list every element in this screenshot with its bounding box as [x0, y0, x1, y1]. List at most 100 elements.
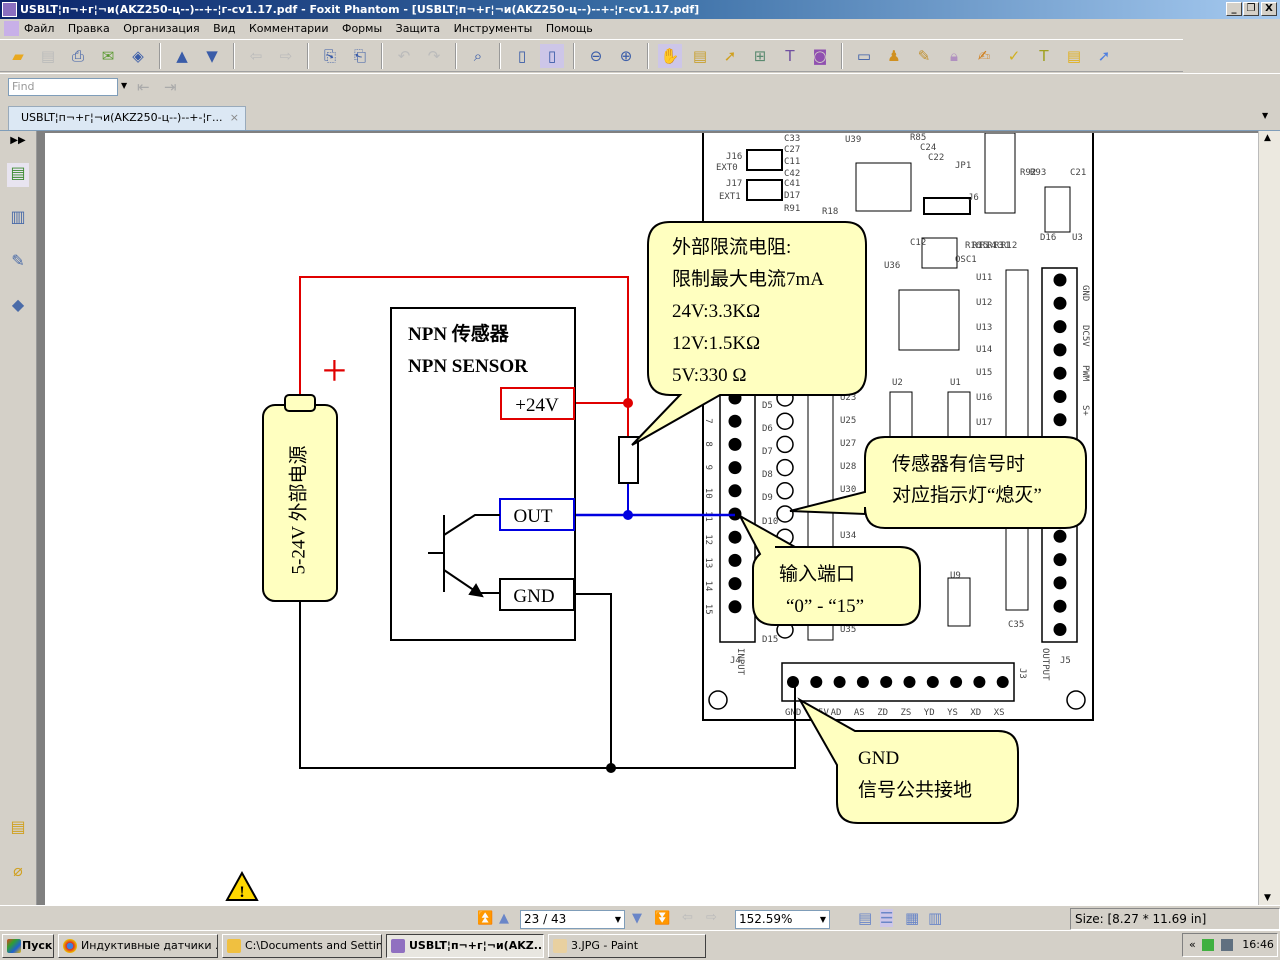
menu-view[interactable]: Вид	[213, 22, 235, 35]
email-icon[interactable]: ✉	[96, 44, 120, 68]
signatures-panel-icon[interactable]: ◆	[7, 295, 29, 319]
binoculars-icon[interactable]: ⊞	[748, 44, 772, 68]
print-icon[interactable]: ⎙	[66, 44, 90, 68]
find-input[interactable]: Find	[8, 78, 118, 96]
find-next-icon[interactable]: ⇥	[164, 78, 177, 96]
scan-icon[interactable]: ◈	[126, 44, 150, 68]
undo-icon[interactable]: ↶	[392, 44, 416, 68]
component-label: D5	[762, 401, 773, 411]
menu-file[interactable]: Файл	[24, 22, 54, 35]
start-button[interactable]: Пуск	[2, 934, 54, 958]
component-label: D7	[762, 447, 773, 457]
select-arrow-icon[interactable]: ➚	[718, 44, 742, 68]
menu-help[interactable]: Помощь	[546, 22, 593, 35]
tray-expand-button[interactable]: «	[1189, 938, 1196, 951]
attachment-icon[interactable]: ✎	[912, 44, 936, 68]
document-menu-icon[interactable]	[4, 21, 19, 36]
save-icon[interactable]: ▤	[36, 44, 60, 68]
forward-icon[interactable]: ⇨	[706, 910, 717, 925]
security-shield-icon[interactable]	[1202, 939, 1215, 951]
component-label: U13	[976, 323, 992, 333]
menu-tools[interactable]: Инструменты	[454, 22, 533, 35]
page-number-field[interactable]: 23 / 43 ▼	[520, 910, 625, 929]
taskbar-explorer[interactable]: C:\Documents and Settin...	[222, 934, 382, 958]
document-tab[interactable]: USBLT¦п¬+г¦¬и(AKZ250-ц--)--+-¦г... ×	[8, 106, 246, 130]
scroll-up-icon[interactable]: ▲	[1264, 133, 1271, 143]
taskbar-chrome[interactable]: Индуктивные датчики ...	[58, 934, 218, 958]
j4-pin-number: 11	[703, 511, 713, 522]
vertical-scrollbar[interactable]: ▲ ▼	[1258, 131, 1280, 905]
next-page-icon[interactable]: ▼	[200, 44, 224, 68]
single-page-icon[interactable]: ▤	[858, 909, 872, 927]
callout-resistor-line: 12V:1.5KΩ	[672, 333, 760, 354]
last-page-icon[interactable]: ⏬	[654, 911, 670, 926]
j4-pin-number: 13	[703, 557, 713, 568]
callout-input-line: “0” - “15”	[786, 596, 864, 617]
tab-list-icon[interactable]: ▼	[1262, 111, 1268, 120]
text-box-icon[interactable]: T	[1032, 44, 1056, 68]
scroll-down-icon[interactable]: ▼	[1264, 893, 1271, 903]
callout-led-line: 传感器有信号时	[892, 453, 1025, 475]
component-label: C35	[1008, 620, 1024, 630]
component-label: C27	[784, 145, 800, 155]
menu-forms[interactable]: Формы	[342, 22, 382, 35]
restore-button[interactable]: ❐	[1243, 2, 1259, 16]
layers-panel-icon[interactable]: ✎	[7, 251, 29, 275]
taskbar-foxit[interactable]: USBLT¦п¬+г¦¬и(AKZ...	[386, 934, 544, 958]
comments-panel-icon[interactable]: ▤	[7, 817, 29, 841]
component-label: C33	[784, 134, 800, 144]
first-page-icon[interactable]: ⏫	[477, 911, 493, 926]
note-edit-icon[interactable]: ✍	[972, 44, 996, 68]
menu-organize[interactable]: Организация	[123, 22, 199, 35]
typewriter-icon[interactable]: ▤	[688, 44, 712, 68]
pages-panel-icon[interactable]: ▤	[7, 163, 29, 187]
next-page-icon[interactable]: ▼	[632, 911, 642, 926]
redo-icon[interactable]: ↷	[422, 44, 446, 68]
back-icon[interactable]: ⇦	[244, 44, 268, 68]
extract-pages-icon[interactable]: ⎘	[318, 44, 342, 68]
prev-page-icon[interactable]: ▲	[499, 911, 509, 926]
rectangle-icon[interactable]: ▭	[852, 44, 876, 68]
arrow-icon[interactable]: ➚	[1092, 44, 1116, 68]
find-previous-icon[interactable]: ⇤	[137, 78, 150, 96]
back-icon[interactable]: ⇦	[682, 910, 693, 925]
stamp-icon[interactable]: ♟	[882, 44, 906, 68]
taskbar-paint[interactable]: 3.JPG - Paint	[548, 934, 706, 958]
insert-pages-icon[interactable]: ⎗	[348, 44, 372, 68]
attachments-panel-icon[interactable]: ⌀	[7, 861, 29, 885]
bookmarks-panel-icon[interactable]: ▥	[7, 207, 29, 231]
zoom-field[interactable]: 152.59% ▼	[735, 910, 830, 929]
comment-icon[interactable]: ▤	[1062, 44, 1086, 68]
camera-icon[interactable]: ◙	[808, 44, 832, 68]
zoom-magnifier-icon[interactable]: ⌕	[466, 44, 490, 68]
continuous-facing-icon[interactable]: ▥	[928, 909, 942, 927]
text-select-icon[interactable]: T	[778, 44, 802, 68]
continuous-icon[interactable]: ☰	[880, 909, 894, 927]
component-label: D6	[762, 424, 773, 434]
network-icon[interactable]	[1220, 939, 1233, 951]
open-folder-icon[interactable]: ▰	[6, 44, 30, 68]
menu-protect[interactable]: Защита	[396, 22, 440, 35]
menu-comments[interactable]: Комментарии	[249, 22, 329, 35]
menu-edit[interactable]: Правка	[68, 22, 110, 35]
pin-24v-label: +24V	[515, 395, 559, 416]
forward-icon[interactable]: ⇨	[274, 44, 298, 68]
fit-page-icon[interactable]: ▯	[510, 44, 534, 68]
expand-sidebar-icon[interactable]: ▶▶	[7, 135, 29, 159]
form-edit-icon[interactable]: ✓	[1002, 44, 1026, 68]
zoom-out-icon[interactable]: ⊖	[584, 44, 608, 68]
facing-icon[interactable]: ▦	[905, 909, 919, 927]
tab-close-icon[interactable]: ×	[230, 107, 239, 129]
close-button[interactable]: X	[1261, 2, 1277, 16]
lock-icon[interactable]: 🔒︎	[942, 44, 966, 68]
j5-pin	[1053, 273, 1067, 287]
hand-icon[interactable]: ✋	[658, 43, 682, 68]
zoom-in-icon[interactable]: ⊕	[614, 44, 638, 68]
component-label: U17	[976, 418, 992, 428]
fit-width-icon[interactable]: ▯	[540, 43, 564, 68]
find-dropdown-icon[interactable]: ▼	[121, 81, 127, 90]
prev-page-icon[interactable]: ▲	[170, 44, 194, 68]
minimize-button[interactable]: _	[1226, 2, 1242, 16]
document-view[interactable]: J4 INPUT J5 OUTPUT J3 6789101112131415GN…	[37, 131, 1258, 905]
j4-pin	[728, 553, 742, 567]
